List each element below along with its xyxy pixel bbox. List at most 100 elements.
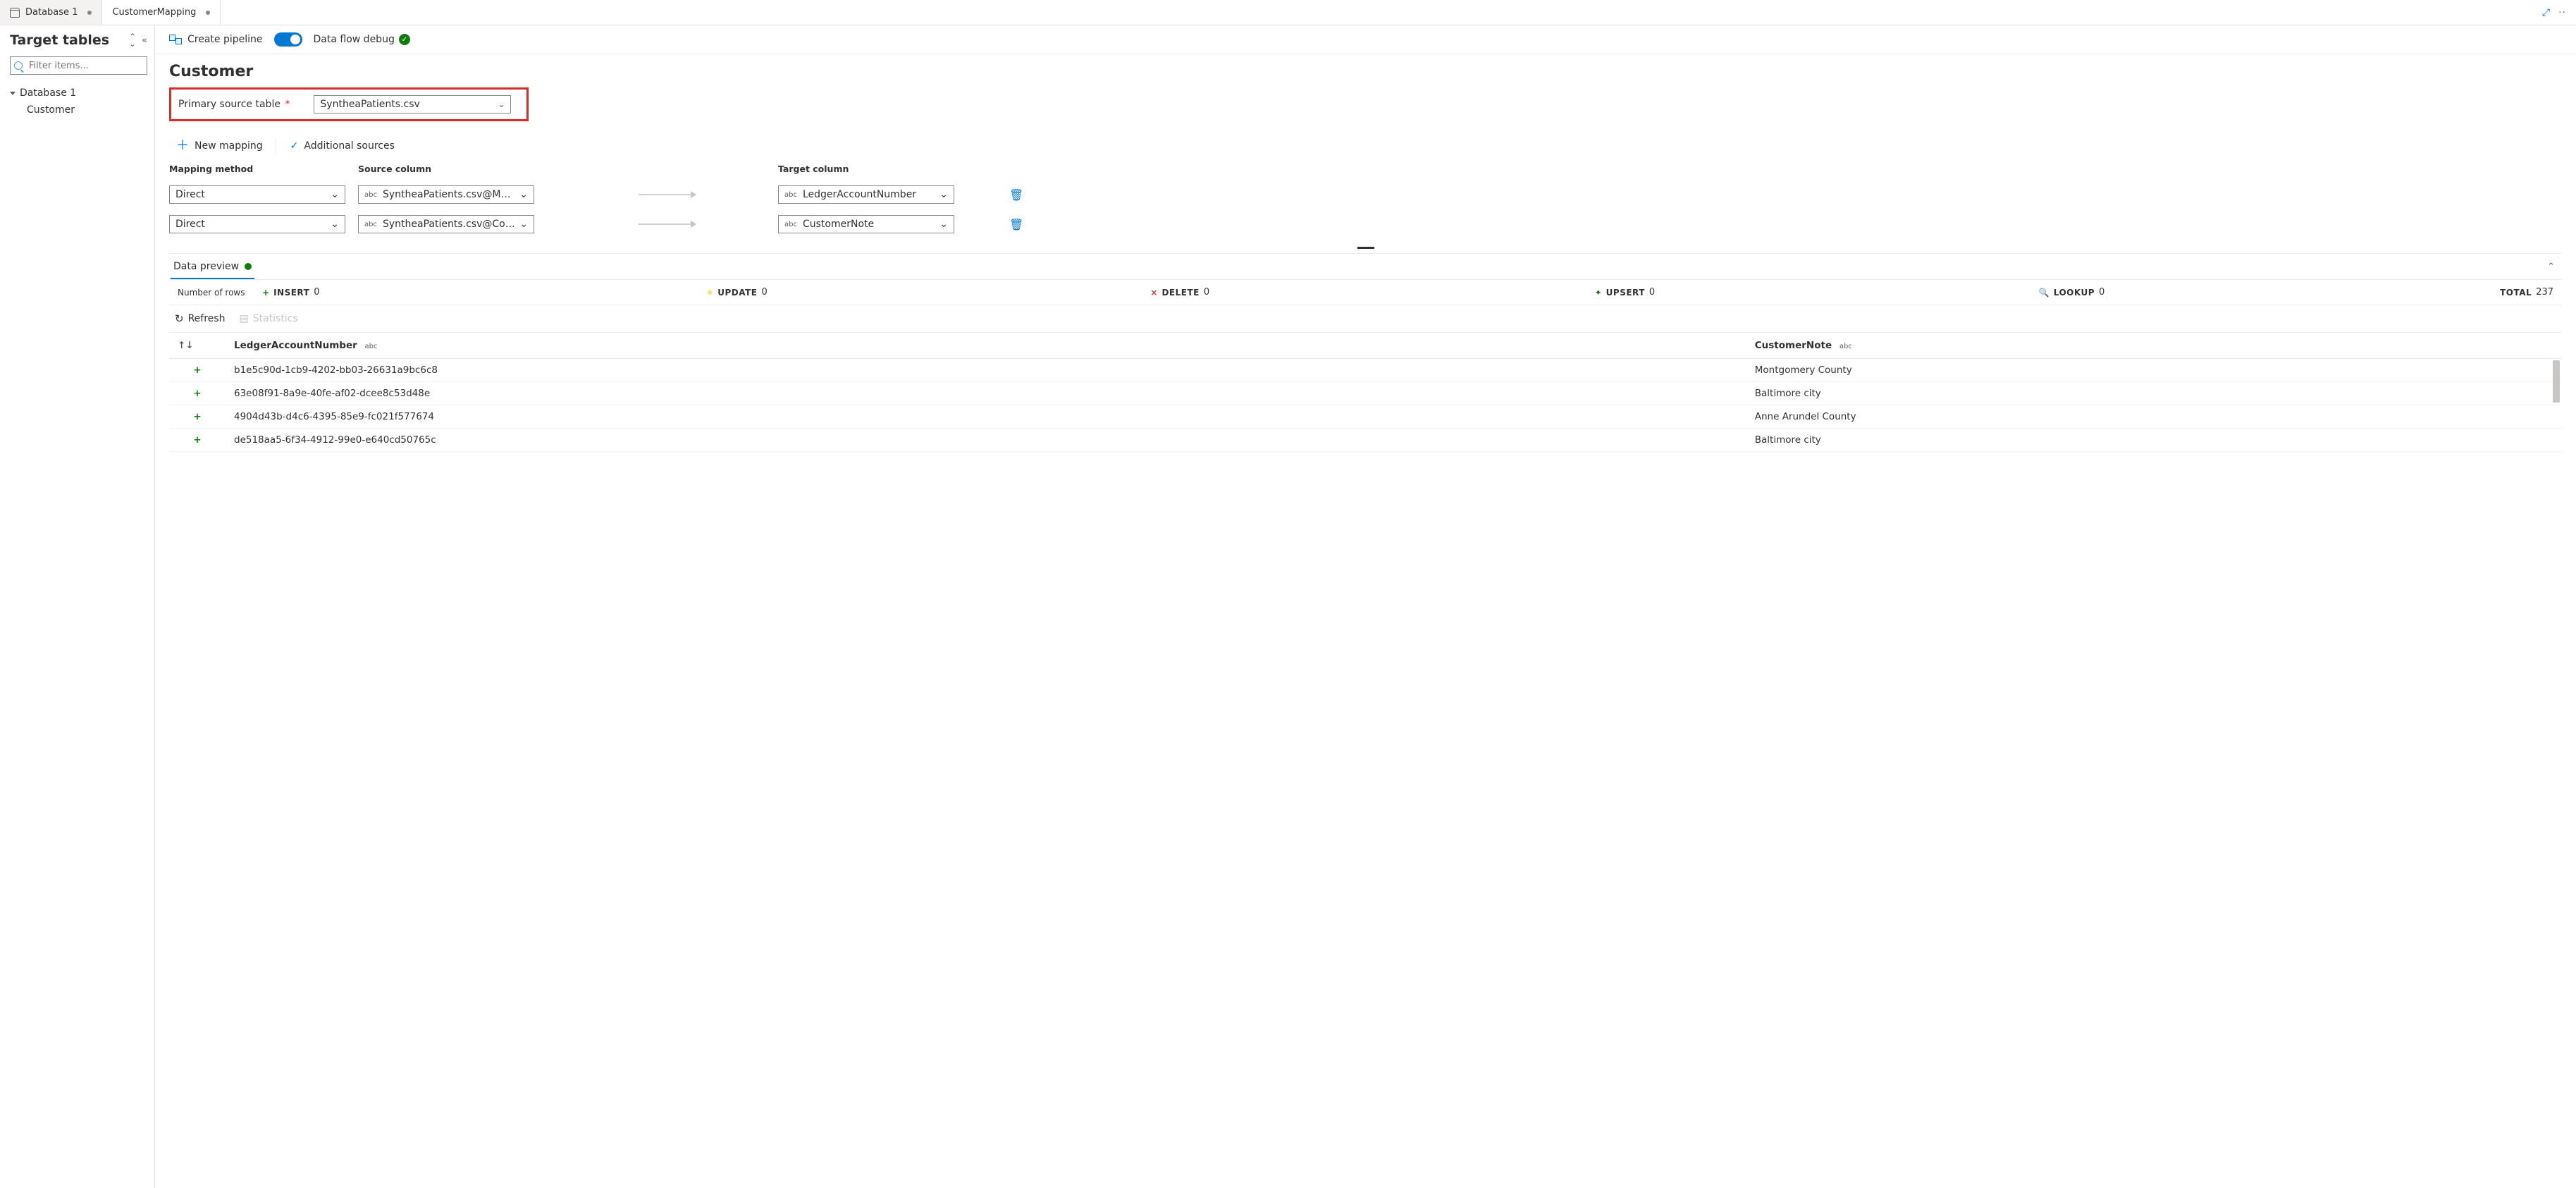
delete-mapping-icon[interactable]: 🗑 [1009,218,1023,231]
row-insert-icon: + [169,359,226,382]
cell-ledger: de518aa5-6f34-4912-99e0-e640cd50765c [226,429,1746,452]
additional-sources-button[interactable]: ✓ Additional sources [276,137,407,154]
sidebar: Target tables ⌃⌄ « Database 1 Customer [0,25,155,1188]
statistics-icon: ▤ [239,313,248,324]
row-insert-icon: + [169,429,226,452]
tab-label: Database 1 [25,7,78,18]
mapping-controls: ＋ New mapping ✓ Additional sources [169,137,2562,155]
collapse-panel-icon[interactable]: « [142,35,147,46]
toolbar: Create pipeline Data flow debug ✓ [155,25,2576,54]
upsert-icon: ✦ [1595,288,1602,298]
source-column-select[interactable]: abc SyntheaPatients.csv@County ⌄ [358,215,534,233]
preview-toolbar: ↻ Refresh ▤ Statistics [169,305,2562,332]
stat-update: ✳ UPDATE 0 [706,287,1150,298]
debug-status: Data flow debug ✓ [314,34,410,45]
update-icon: ✳ [706,288,713,298]
tab-bar: Database 1 CustomerMapping ⤢ ·· [0,0,2576,25]
target-column-select[interactable]: abc CustomerNote ⌄ [778,215,954,233]
col-target-column: Target column [778,164,1004,180]
tab-database-1[interactable]: Database 1 [0,0,102,25]
cell-note: Baltimore city [1746,382,2562,405]
required-indicator: * [285,99,290,110]
collapse-panel-icon[interactable]: ⌃ [2547,262,2555,272]
chevron-down-icon [10,92,16,95]
stat-delete: × DELETE 0 [1150,287,1594,298]
dirty-indicator-icon [206,11,210,15]
mapping-method-select[interactable]: Direct ⌄ [169,185,345,204]
tree-label: Customer [27,104,75,116]
chevron-down-icon: ⌄ [939,189,948,200]
stat-total: TOTAL 237 [2483,287,2553,298]
tree-item-customer[interactable]: Customer [27,102,147,118]
row-insert-icon: + [169,382,226,405]
cell-ledger: b1e5c90d-1cb9-4202-bb03-26631a9bc6c8 [226,359,1746,382]
chevron-down-icon: ⌄ [519,219,528,230]
type-abc-icon: abc [784,221,797,228]
tree-label: Database 1 [20,87,76,99]
stats-bar: Number of rows + INSERT 0 ✳ UPDATE 0 × [169,279,2562,305]
mapping-method-select[interactable]: Direct ⌄ [169,215,345,233]
cell-note: Anne Arundel County [1746,405,2562,429]
cell-note: Montgomery County [1746,359,2562,382]
cell-note: Baltimore city [1746,429,2562,452]
pipeline-icon [169,35,182,44]
database-icon [10,8,20,18]
chevron-down-icon: ⌄ [519,189,528,200]
primary-source-row: Primary source table * SyntheaPatients.c… [169,87,529,121]
tab-customer-mapping[interactable]: CustomerMapping [102,0,221,25]
new-mapping-button[interactable]: ＋ New mapping [169,137,276,155]
filter-input[interactable] [10,56,147,75]
table-row[interactable]: + b1e5c90d-1cb9-4202-bb03-26631a9bc6c8 M… [169,359,2562,382]
delete-icon: × [1150,288,1157,298]
table-row[interactable]: + 63e08f91-8a9e-40fe-af02-dcee8c53d48e B… [169,382,2562,405]
rows-label: Number of rows [178,288,262,298]
tree-item-database[interactable]: Database 1 [10,85,147,102]
type-abc-icon: abc [364,191,377,199]
additional-sources-label: Additional sources [304,140,395,152]
data-preview-panel: Data preview ⌃ Number of rows + INSERT 0 [169,253,2562,452]
refresh-icon: ↻ [175,312,184,325]
sort-column-header[interactable]: ↑↓ [169,333,226,359]
debug-toggle[interactable] [274,32,302,47]
tab-label: CustomerMapping [112,7,196,18]
more-icon[interactable]: ·· [2558,7,2566,18]
table-row[interactable]: + 4904d43b-d4c6-4395-85e9-fc021f577674 A… [169,405,2562,429]
chevron-down-icon: ⌄ [331,189,339,200]
col-ledger-account-number[interactable]: LedgerAccountNumber abc [226,333,1746,359]
debug-label-text: Data flow debug [314,34,395,45]
stat-upsert: ✦ UPSERT 0 [1595,287,2039,298]
scrollbar[interactable] [2553,360,2560,403]
chevron-down-icon: ⌄ [331,219,339,230]
expand-icon[interactable]: ⤢ [2542,7,2550,18]
success-check-icon: ✓ [399,34,410,45]
target-column-select[interactable]: abc LedgerAccountNumber ⌄ [778,185,954,204]
delete-mapping-icon[interactable]: 🗑 [1009,188,1023,202]
col-source-column: Source column [358,164,555,180]
search-icon [14,61,23,70]
chevron-down-icon: ⌄ [498,99,505,109]
filter-box [10,56,147,75]
status-dot-icon [245,263,252,270]
resize-handle[interactable] [169,245,2562,250]
select-value: SyntheaPatients.csv [320,99,419,110]
primary-source-select[interactable]: SyntheaPatients.csv ⌄ [314,95,511,114]
type-abc-icon: abc [364,221,377,228]
type-abc-icon: abc [784,191,797,199]
insert-icon: + [262,288,269,298]
expand-collapse-icon[interactable]: ⌃⌄ [129,33,136,47]
sidebar-header: Target tables ⌃⌄ « [10,32,147,48]
data-preview-tab[interactable]: Data preview [171,254,254,279]
stat-lookup: 🔍 LOOKUP 0 [2039,287,2483,298]
col-customer-note[interactable]: CustomerNote abc [1746,333,2562,359]
source-column-select[interactable]: abc SyntheaPatients.csv@Member id ⌄ [358,185,534,204]
create-pipeline-button[interactable]: Create pipeline [169,34,263,45]
flow-arrow-icon [639,223,695,225]
create-pipeline-label: Create pipeline [187,34,263,45]
table-row[interactable]: + de518aa5-6f34-4912-99e0-e640cd50765c B… [169,429,2562,452]
sidebar-title: Target tables [10,32,109,48]
chevron-down-icon: ⌄ [939,219,948,230]
cell-ledger: 63e08f91-8a9e-40fe-af02-dcee8c53d48e [226,382,1746,405]
refresh-button[interactable]: ↻ Refresh [175,312,225,325]
flow-arrow-icon [639,194,695,195]
stat-insert: + INSERT 0 [262,287,706,298]
